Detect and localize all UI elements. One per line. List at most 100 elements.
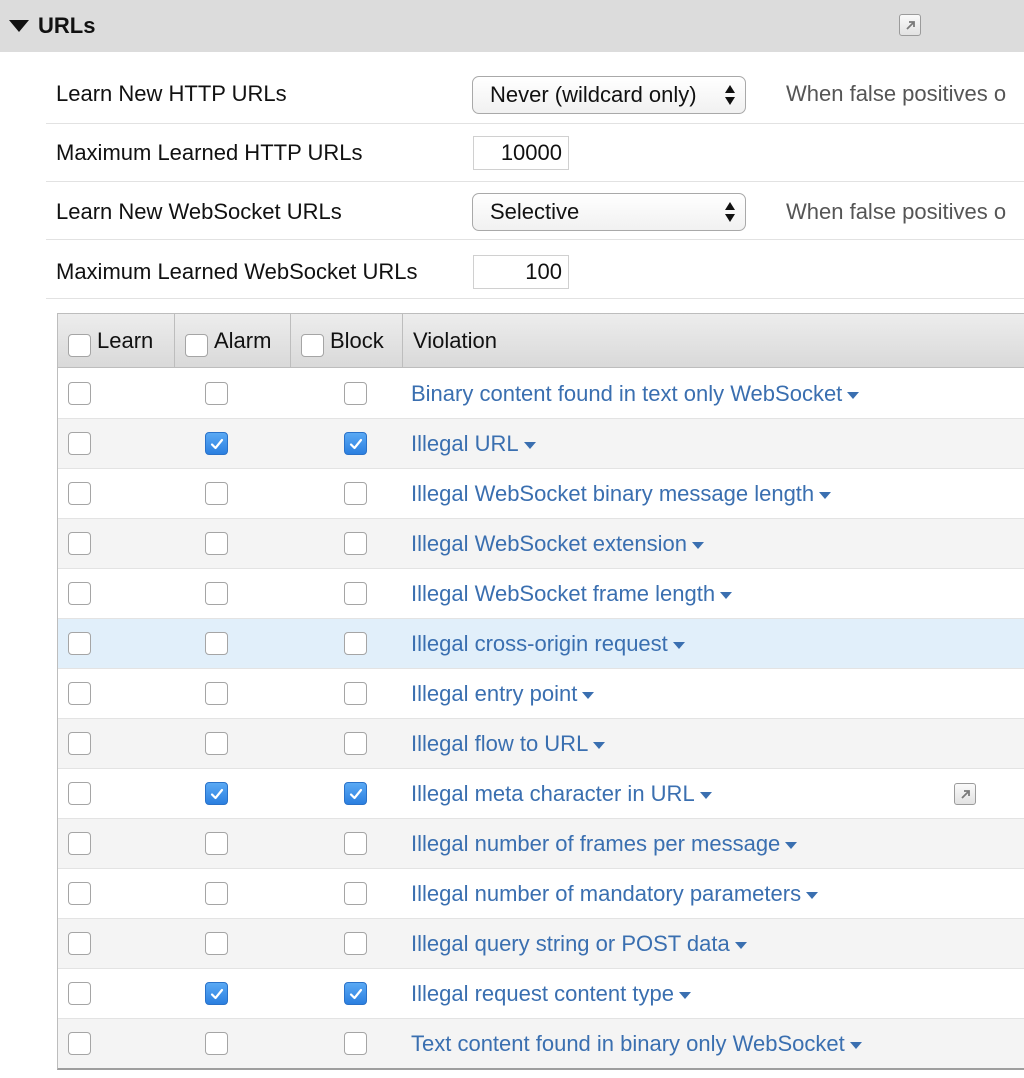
learn-checkbox[interactable] (68, 432, 91, 455)
alarm-checkbox[interactable] (205, 482, 228, 505)
dropdown-arrow-icon[interactable] (699, 792, 712, 799)
dropdown-arrow-icon[interactable] (849, 1042, 862, 1049)
learn-checkbox[interactable] (68, 932, 91, 955)
learn-checkbox[interactable] (68, 832, 91, 855)
violation-link[interactable]: Binary content found in text only WebSoc… (411, 369, 860, 419)
learn-checkbox[interactable] (68, 682, 91, 705)
alarm-checkbox[interactable] (205, 682, 228, 705)
violation-link[interactable]: Illegal number of mandatory parameters (411, 869, 819, 919)
violation-link[interactable]: Illegal request content type (411, 969, 691, 1019)
dropdown-arrow-icon[interactable] (593, 742, 606, 749)
block-checkbox[interactable] (344, 382, 367, 405)
alarm-checkbox[interactable] (205, 982, 228, 1005)
table-row[interactable]: Text content found in binary only WebSoc… (58, 1019, 1024, 1068)
learn-checkbox[interactable] (68, 782, 91, 805)
violation-link[interactable]: Illegal entry point (411, 669, 595, 719)
popout-icon[interactable] (899, 14, 921, 36)
select-all-learn-checkbox[interactable] (68, 333, 91, 357)
dropdown-arrow-icon[interactable] (785, 842, 798, 849)
dropdown-arrow-icon[interactable] (523, 442, 536, 449)
violation-link[interactable]: Illegal URL (411, 419, 536, 469)
urls-section-header[interactable]: URLs (0, 0, 1024, 52)
dropdown-arrow-icon[interactable] (672, 642, 685, 649)
dropdown-arrow-icon[interactable] (847, 392, 860, 399)
max-http-urls-input[interactable]: 10000 (473, 136, 569, 170)
table-row[interactable]: Illegal number of mandatory parameters (58, 869, 1024, 919)
block-checkbox[interactable] (344, 532, 367, 555)
learn-checkbox[interactable] (68, 882, 91, 905)
select-all-alarm-checkbox[interactable] (185, 333, 208, 357)
learn-checkbox[interactable] (68, 1032, 91, 1055)
dropdown-arrow-icon[interactable] (734, 942, 747, 949)
alarm-checkbox[interactable] (205, 882, 228, 905)
block-checkbox[interactable] (344, 1032, 367, 1055)
setting-label: Learn New HTTP URLs (56, 81, 287, 106)
learn-websocket-urls-select[interactable]: Selective (472, 193, 746, 231)
table-row[interactable]: Illegal query string or POST data (58, 919, 1024, 969)
alarm-checkbox[interactable] (205, 532, 228, 555)
table-row[interactable]: Illegal entry point (58, 669, 1024, 719)
alarm-checkbox[interactable] (205, 732, 228, 755)
violation-link[interactable]: Illegal cross-origin request (411, 619, 685, 669)
alarm-checkbox[interactable] (205, 782, 228, 805)
alarm-checkbox[interactable] (205, 932, 228, 955)
learn-http-urls-select[interactable]: Never (wildcard only) (472, 76, 746, 114)
dropdown-arrow-icon[interactable] (582, 692, 595, 699)
violation-link[interactable]: Illegal number of frames per message (411, 819, 798, 869)
table-row[interactable]: Illegal cross-origin request (58, 619, 1024, 669)
learn-checkbox[interactable] (68, 582, 91, 605)
table-row[interactable]: Binary content found in text only WebSoc… (58, 369, 1024, 419)
alarm-checkbox[interactable] (205, 832, 228, 855)
select-all-block-checkbox[interactable] (301, 333, 324, 357)
collapse-caret-icon[interactable] (9, 20, 29, 32)
alarm-checkbox[interactable] (205, 582, 228, 605)
learn-checkbox[interactable] (68, 482, 91, 505)
block-checkbox[interactable] (344, 632, 367, 655)
table-header: Learn Alarm Block Violation (58, 314, 1024, 368)
learn-checkbox[interactable] (68, 632, 91, 655)
dropdown-arrow-icon[interactable] (720, 592, 733, 599)
table-row[interactable]: Illegal request content type (58, 969, 1024, 1019)
violation-name: Illegal number of mandatory parameters (411, 881, 802, 906)
alarm-checkbox[interactable] (205, 1032, 228, 1055)
alarm-checkbox[interactable] (205, 382, 228, 405)
table-row[interactable]: Illegal WebSocket binary message length (58, 469, 1024, 519)
header-label: Alarm (214, 328, 272, 353)
popout-icon[interactable] (954, 783, 976, 805)
block-checkbox[interactable] (344, 482, 367, 505)
dropdown-arrow-icon[interactable] (678, 992, 691, 999)
learn-checkbox[interactable] (68, 382, 91, 405)
dropdown-arrow-icon[interactable] (806, 892, 819, 899)
block-checkbox[interactable] (344, 682, 367, 705)
violation-link[interactable]: Illegal meta character in URL (411, 769, 712, 819)
table-row[interactable]: Illegal URL (58, 419, 1024, 469)
block-checkbox[interactable] (344, 832, 367, 855)
max-websocket-urls-input[interactable]: 100 (473, 255, 569, 289)
table-row[interactable]: Illegal WebSocket frame length (58, 569, 1024, 619)
block-checkbox[interactable] (344, 582, 367, 605)
block-checkbox[interactable] (344, 782, 367, 805)
table-row[interactable]: Illegal flow to URL (58, 719, 1024, 769)
violation-link[interactable]: Illegal WebSocket frame length (411, 569, 733, 619)
alarm-checkbox[interactable] (205, 432, 228, 455)
block-checkbox[interactable] (344, 882, 367, 905)
alarm-checkbox[interactable] (205, 632, 228, 655)
violation-link[interactable]: Illegal flow to URL (411, 719, 606, 769)
table-row[interactable]: Illegal number of frames per message (58, 819, 1024, 869)
dropdown-arrow-icon[interactable] (691, 542, 704, 549)
header-violation[interactable]: Violation (403, 314, 1024, 368)
violation-link[interactable]: Illegal query string or POST data (411, 919, 747, 969)
block-checkbox[interactable] (344, 432, 367, 455)
block-checkbox[interactable] (344, 732, 367, 755)
dropdown-arrow-icon[interactable] (819, 492, 832, 499)
learn-checkbox[interactable] (68, 532, 91, 555)
table-row[interactable]: Illegal WebSocket extension (58, 519, 1024, 569)
violation-link[interactable]: Illegal WebSocket binary message length (411, 469, 832, 519)
violation-link[interactable]: Text content found in binary only WebSoc… (411, 1019, 862, 1068)
table-row[interactable]: Illegal meta character in URL (58, 769, 1024, 819)
block-checkbox[interactable] (344, 932, 367, 955)
violation-link[interactable]: Illegal WebSocket extension (411, 519, 704, 569)
learn-checkbox[interactable] (68, 732, 91, 755)
learn-checkbox[interactable] (68, 982, 91, 1005)
block-checkbox[interactable] (344, 982, 367, 1005)
